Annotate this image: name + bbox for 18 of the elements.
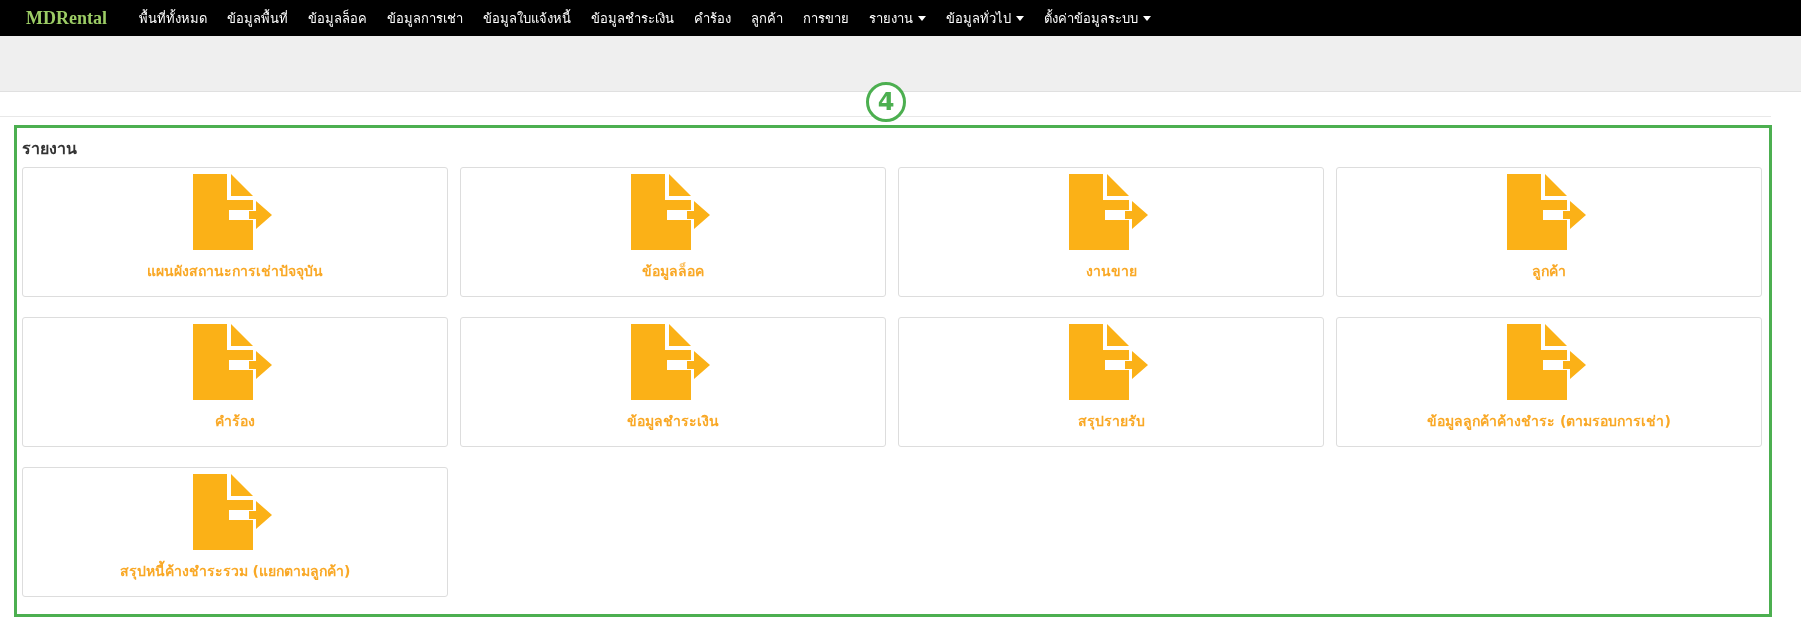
brand-logo[interactable]: MDRental: [26, 7, 107, 29]
nav-link[interactable]: ข้อมูลทั่วไป: [936, 7, 1034, 29]
nav-link[interactable]: ข้อมูลใบแจ้งหนี้: [473, 7, 581, 29]
step-number: 4: [866, 82, 906, 122]
nav-link[interactable]: ข้อมูลพื้นที่: [217, 7, 298, 29]
nav-link[interactable]: ลูกค้า: [741, 7, 793, 29]
nav-link[interactable]: พื้นที่ทั้งหมด: [129, 7, 217, 29]
nav-link[interactable]: ตั้งค่าข้อมูลระบบ: [1034, 7, 1161, 29]
caret-icon: [918, 15, 926, 21]
caret-icon: [1016, 15, 1024, 21]
nav-link[interactable]: คำร้อง: [684, 7, 741, 29]
nav-link[interactable]: รายงาน: [859, 7, 936, 29]
nav-link[interactable]: ข้อมูลชำระเงิน: [581, 7, 684, 29]
nav-link[interactable]: ข้อมูลการเช่า: [377, 7, 473, 29]
nav-link[interactable]: การขาย: [793, 7, 859, 29]
section-title: รายงาน: [22, 138, 78, 160]
nav-link[interactable]: ข้อมูลล็อค: [298, 7, 377, 29]
caret-icon: [1143, 15, 1151, 21]
